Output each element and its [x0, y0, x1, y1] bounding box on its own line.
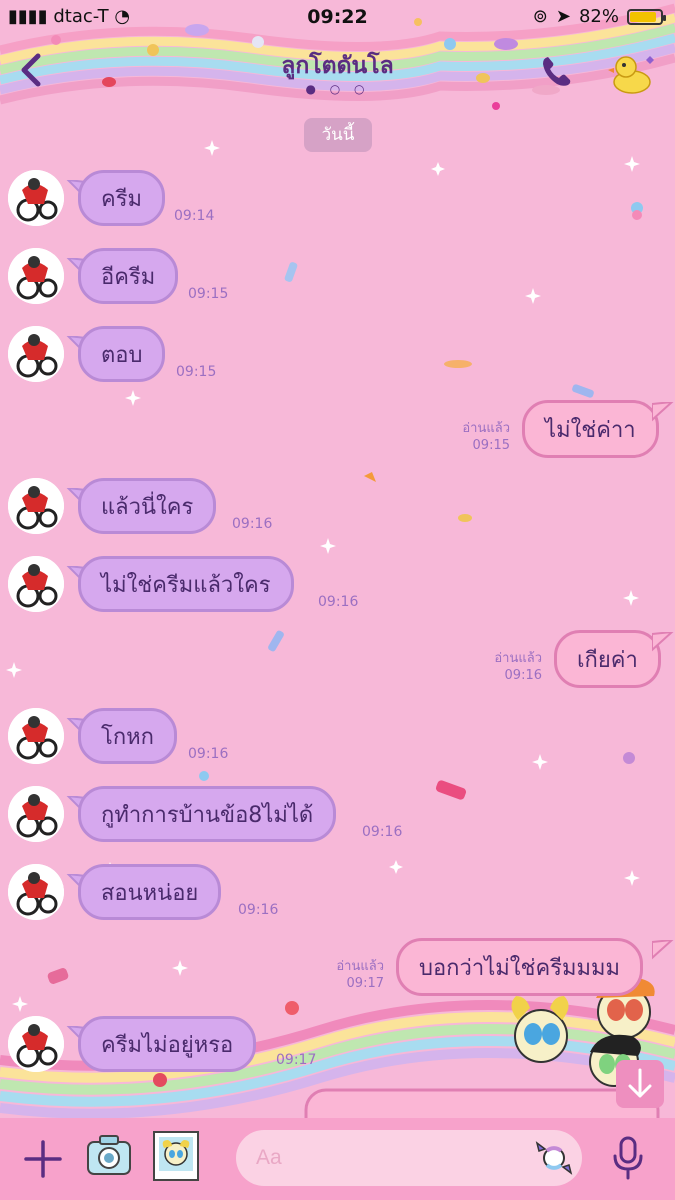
- avatar[interactable]: [8, 1016, 64, 1072]
- message-row: โกหก 09:16: [0, 708, 675, 770]
- message-row: อีครีม 09:15: [0, 248, 675, 310]
- outgoing-bubble[interactable]: ไม่ใช่ค่าา: [522, 400, 659, 458]
- avatar[interactable]: [8, 326, 64, 382]
- read-receipt: อ่านแล้ว 09:16: [494, 651, 542, 683]
- message-time: 09:16: [232, 516, 273, 532]
- message-row: ไม่ใช่ครีมแล้วใคร 09:16: [0, 556, 675, 618]
- date-separator: วันนี้: [304, 118, 372, 152]
- avatar[interactable]: [8, 864, 64, 920]
- message-time: 09:15: [176, 364, 217, 380]
- outgoing-bubble[interactable]: เกียค่า: [554, 630, 661, 688]
- candy-icon[interactable]: [534, 1138, 574, 1178]
- message-time: 09:16: [238, 902, 279, 918]
- incoming-bubble[interactable]: กูทำการบ้านข้อ8ไม่ได้: [78, 786, 337, 842]
- photo-icon[interactable]: [152, 1130, 200, 1182]
- message-row: ตอบ 09:15: [0, 326, 675, 388]
- message-time: 09:16: [362, 824, 403, 840]
- bubble-tail: [652, 402, 674, 422]
- chat-header: ลูกโตดันโล ● ○ ○: [0, 36, 675, 106]
- incoming-bubble[interactable]: ครีม: [78, 170, 166, 226]
- message-row: อ่านแล้ว 09:17 บอกว่าไม่ใช่ครีมมมม: [0, 938, 675, 1000]
- avatar[interactable]: [8, 708, 64, 764]
- message-time: 09:17: [276, 1052, 317, 1068]
- message-time: 09:14: [174, 208, 215, 224]
- battery-percent: 82%: [578, 6, 619, 27]
- duck-icon[interactable]: [608, 50, 656, 96]
- avatar[interactable]: [8, 478, 64, 534]
- composer-bar: [0, 1118, 675, 1200]
- avatar[interactable]: [8, 248, 64, 304]
- message-row: อ่านแล้ว 09:15 ไม่ใช่ค่าา: [0, 400, 675, 462]
- incoming-bubble[interactable]: อีครีม: [78, 248, 179, 304]
- bubble-tail: [652, 940, 674, 960]
- message-row: แล้วนี่ใคร 09:16: [0, 478, 675, 540]
- scroll-down-button[interactable]: [616, 1060, 664, 1108]
- status-bar: ▮▮▮▮ dtac-T ◔ 09:22 ⊚ ➤ 82%: [0, 0, 675, 34]
- arrow-down-icon: [628, 1068, 652, 1098]
- camera-icon[interactable]: [84, 1130, 134, 1180]
- location-icon: ➤: [555, 6, 571, 27]
- incoming-bubble[interactable]: แล้วนี่ใคร: [78, 478, 217, 534]
- incoming-bubble[interactable]: สอนหน่อย: [78, 864, 222, 920]
- message-time: 09:16: [188, 746, 229, 762]
- message-row: อ่านแล้ว 09:16 เกียค่า: [0, 630, 675, 692]
- plus-icon[interactable]: [22, 1138, 64, 1180]
- message-row: กูทำการบ้านข้อ8ไม่ได้ 09:16: [0, 786, 675, 848]
- read-receipt: อ่านแล้ว 09:17: [336, 959, 384, 991]
- message-input-box[interactable]: [236, 1130, 582, 1186]
- rotation-lock-icon: ⊚: [532, 6, 548, 27]
- avatar[interactable]: [8, 786, 64, 842]
- message-row: ครีม 09:14: [0, 170, 675, 232]
- avatar[interactable]: [8, 556, 64, 612]
- message-time: 09:15: [188, 286, 229, 302]
- incoming-bubble[interactable]: ตอบ: [78, 326, 166, 382]
- battery-icon: [627, 8, 666, 25]
- message-time: 09:16: [318, 594, 359, 610]
- microphone-icon[interactable]: [608, 1134, 648, 1182]
- outgoing-bubble[interactable]: บอกว่าไม่ใช่ครีมมมม: [396, 938, 643, 996]
- message-row: ครีมไม่อยู่หรอ 09:17: [0, 1016, 675, 1078]
- bubble-tail: [652, 632, 674, 652]
- read-receipt: อ่านแล้ว 09:15: [462, 421, 510, 453]
- message-input[interactable]: [254, 1140, 518, 1176]
- incoming-bubble[interactable]: โกหก: [78, 708, 177, 764]
- incoming-bubble[interactable]: ไม่ใช่ครีมแล้วใคร: [78, 556, 294, 612]
- phone-icon[interactable]: [540, 54, 574, 88]
- incoming-bubble[interactable]: ครีมไม่อยู่หรอ: [78, 1016, 257, 1072]
- avatar[interactable]: [8, 170, 64, 226]
- message-row: สอนหน่อย 09:16: [0, 864, 675, 926]
